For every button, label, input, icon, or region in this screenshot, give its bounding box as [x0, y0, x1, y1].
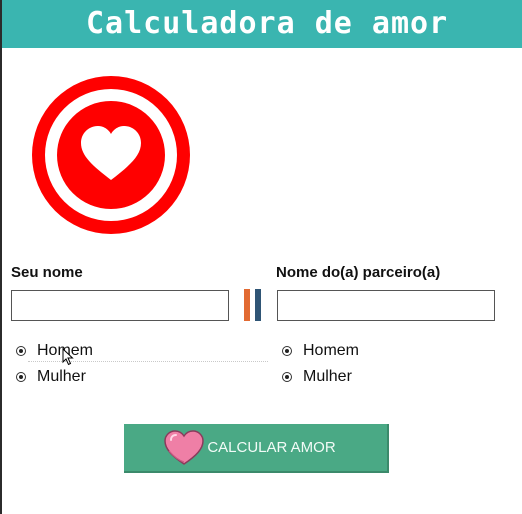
mouse-cursor-icon — [62, 348, 74, 366]
window-left-border — [0, 0, 2, 514]
separator-blue-bar — [255, 289, 261, 321]
radio-label: Mulher — [37, 368, 86, 385]
calculate-button-label: CALCULAR AMOR — [207, 439, 336, 456]
radio-label: Homem — [303, 342, 360, 359]
radio-label: Mulher — [303, 368, 352, 385]
page-title: Calculadora de amor — [86, 6, 449, 41]
heart-circle-icon — [32, 76, 190, 234]
calculate-love-button[interactable]: CALCULAR AMOR — [124, 424, 389, 473]
radio-icon[interactable] — [16, 346, 26, 356]
partner-gender-male-option[interactable]: Homem — [282, 341, 359, 361]
partner-gender-female-option[interactable]: Mulher — [282, 367, 352, 387]
app-header: Calculadora de amor — [2, 0, 522, 48]
your-gender-female-option[interactable]: Mulher — [16, 367, 86, 387]
partner-name-input[interactable] — [277, 290, 495, 321]
radio-icon[interactable] — [282, 372, 292, 382]
partner-name-label: Nome do(a) parceiro(a) — [276, 264, 441, 281]
your-gender-male-option[interactable]: Homem — [16, 341, 93, 361]
radio-icon[interactable] — [282, 346, 292, 356]
heart-icon — [164, 429, 205, 465]
separator-orange-bar — [244, 289, 250, 321]
your-name-input[interactable] — [11, 290, 229, 321]
radio-icon[interactable] — [16, 372, 26, 382]
your-name-label: Seu nome — [11, 264, 83, 281]
